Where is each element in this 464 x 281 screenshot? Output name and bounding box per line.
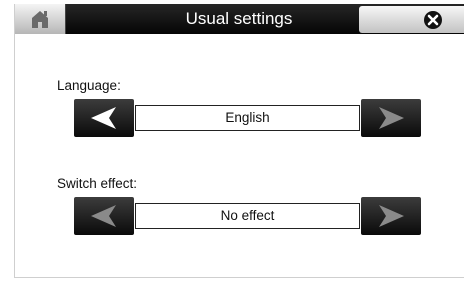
page-title: Usual settings (185, 9, 293, 28)
close-button[interactable] (359, 6, 464, 33)
language-next-button[interactable] (361, 99, 421, 137)
switch-effect-value: No effect (135, 203, 360, 229)
arrow-right-icon (379, 107, 404, 129)
language-value: English (135, 105, 360, 131)
switch-effect-label: Switch effect: (57, 176, 138, 191)
arrow-right-icon (379, 205, 404, 227)
language-label: Language: (57, 78, 121, 93)
switch-effect-prev-button[interactable] (74, 197, 134, 235)
arrow-left-icon (91, 107, 116, 129)
arrow-left-icon (91, 205, 116, 227)
switch-effect-next-button[interactable] (361, 197, 421, 235)
home-icon (32, 11, 48, 28)
title-bar: Usual settings (15, 4, 464, 34)
settings-screen: Usual settings Language: English Switch … (14, 4, 464, 278)
close-circle-icon (424, 11, 442, 29)
home-button[interactable] (15, 4, 66, 34)
language-prev-button[interactable] (74, 99, 134, 137)
